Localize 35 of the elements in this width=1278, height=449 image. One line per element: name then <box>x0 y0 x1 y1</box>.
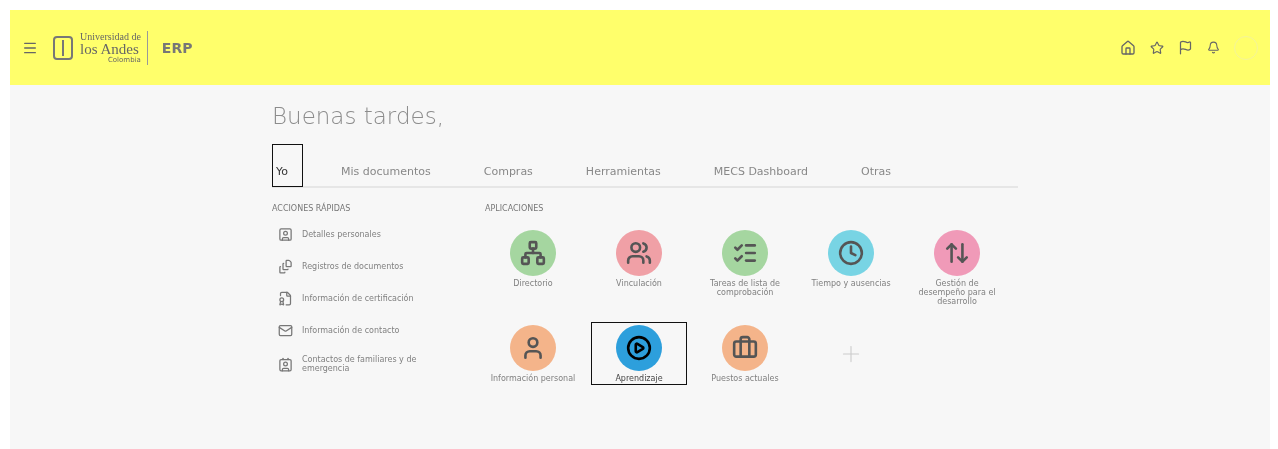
home-icon[interactable] <box>1120 39 1136 56</box>
quick-action-link[interactable]: Detalles personales <box>278 227 485 242</box>
quick-action-label: Información de contacto <box>302 326 400 335</box>
app-tile[interactable]: Tiempo y ausencias <box>803 227 899 308</box>
section-heading: ACCIONES RÁPIDAS <box>272 204 352 213</box>
quick-action-link[interactable]: Registros de documentos <box>278 259 485 274</box>
app-tile[interactable]: Información personal <box>485 322 581 385</box>
tab[interactable]: Compras <box>479 144 548 187</box>
flag-icon[interactable] <box>1178 40 1193 55</box>
greeting: Buenas tardes, <box>272 103 445 129</box>
logo-text: Universidad de <box>80 31 141 42</box>
tab[interactable]: Herramientas <box>581 144 676 187</box>
app-tile[interactable]: Tareas de lista de comprobación <box>697 227 793 308</box>
app-tile[interactable]: Aprendizaje <box>591 322 687 385</box>
quick-action-label: Contactos de familiares y de emergencia <box>302 355 418 373</box>
star-icon[interactable] <box>1150 40 1164 55</box>
quick-action-link[interactable]: Información de contacto <box>278 323 485 338</box>
tab[interactable]: MECS Dashboard <box>709 144 824 187</box>
tab[interactable]: Yo <box>272 144 303 187</box>
section-heading: APLICACIONES <box>485 204 545 213</box>
app-tile[interactable]: Puestos actuales <box>697 322 793 385</box>
quick-action-label: Detalles personales <box>302 230 381 239</box>
app-tile[interactable]: Gestión de desempeño para el desarrollo <box>909 227 1005 308</box>
bell-icon[interactable] <box>1207 41 1220 54</box>
logo-text: los Andes <box>80 41 139 57</box>
quick-action-link[interactable]: Contactos de familiares y de emergencia <box>278 355 485 373</box>
quick-action-label: Registros de documentos <box>302 262 404 271</box>
logo-icon <box>52 34 74 61</box>
quick-action-label: Información de certificación <box>302 294 414 303</box>
tab[interactable]: Mis documentos <box>337 144 446 187</box>
app-tile[interactable]: Vinculación <box>591 227 687 308</box>
app-tile[interactable]: Directorio <box>485 227 581 308</box>
quick-action-link[interactable]: Información de certificación <box>278 291 485 306</box>
app-name: ERP <box>161 39 193 56</box>
tab[interactable]: Otras <box>857 144 907 187</box>
